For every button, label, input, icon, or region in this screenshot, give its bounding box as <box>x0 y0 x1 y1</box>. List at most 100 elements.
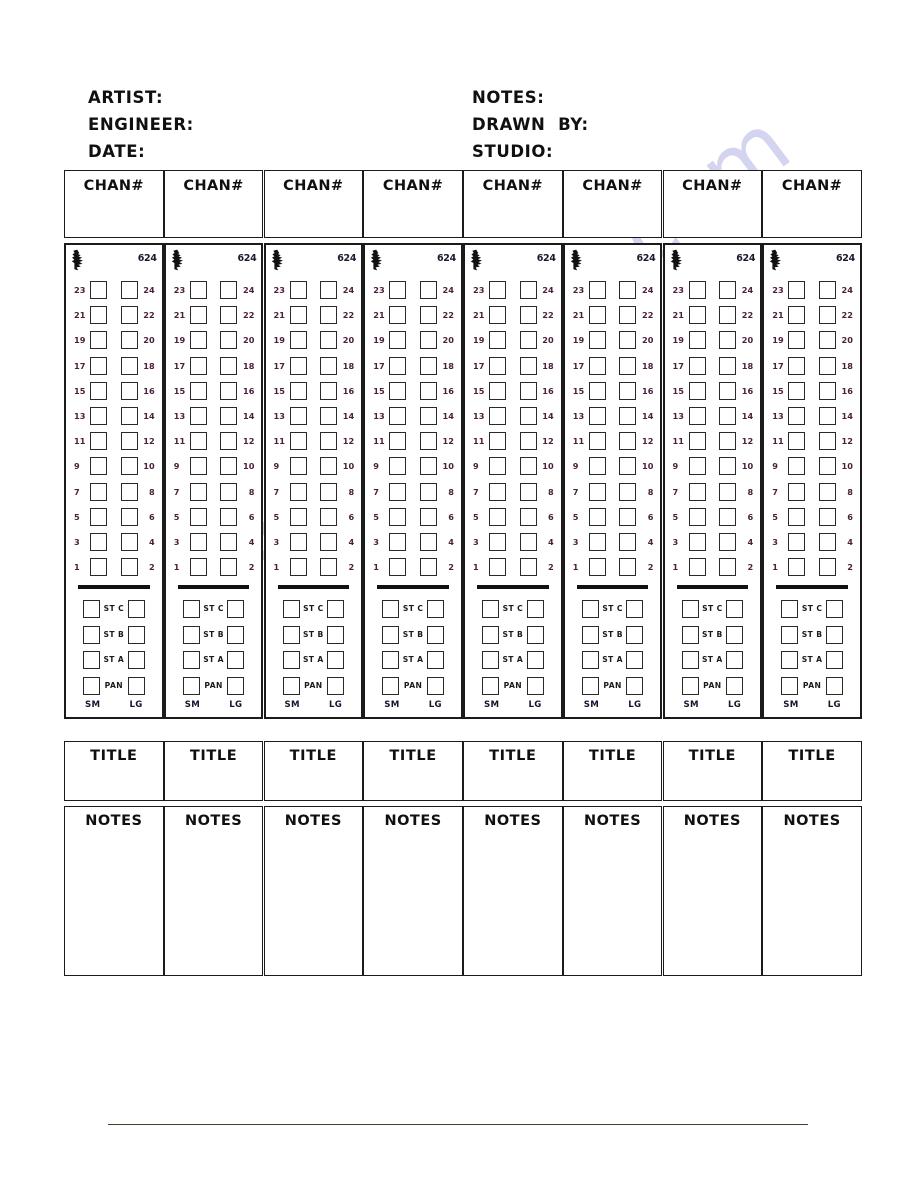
matrix-checkbox-23[interactable] <box>289 281 307 299</box>
bus-checkbox-st-a-lg[interactable] <box>227 651 245 669</box>
matrix-checkbox-6[interactable] <box>320 507 338 526</box>
matrix-checkbox-1[interactable] <box>588 558 606 577</box>
matrix-checkbox-4[interactable] <box>519 532 537 551</box>
matrix-checkbox-15[interactable] <box>389 381 407 400</box>
matrix-checkbox-12[interactable] <box>719 432 737 451</box>
bus-checkbox-st-c-lg[interactable] <box>526 600 544 618</box>
matrix-checkbox-7[interactable] <box>688 482 706 501</box>
matrix-checkbox-1[interactable] <box>688 558 706 577</box>
matrix-checkbox-21[interactable] <box>90 306 107 325</box>
matrix-checkbox-17[interactable] <box>489 356 506 375</box>
matrix-checkbox-11[interactable] <box>189 432 207 451</box>
channel-number-cell-2[interactable]: CHAN# <box>163 170 264 238</box>
matrix-checkbox-10[interactable] <box>320 457 338 476</box>
bus-checkbox-st-c-lg[interactable] <box>227 600 245 618</box>
matrix-checkbox-16[interactable] <box>120 381 138 400</box>
matrix-checkbox-1[interactable] <box>389 558 407 577</box>
matrix-checkbox-5[interactable] <box>389 507 407 526</box>
matrix-checkbox-13[interactable] <box>389 406 407 425</box>
bus-checkbox-st-c-lg[interactable] <box>426 600 444 618</box>
matrix-checkbox-2[interactable] <box>619 558 637 577</box>
matrix-checkbox-11[interactable] <box>289 432 307 451</box>
matrix-checkbox-8[interactable] <box>120 482 138 501</box>
matrix-checkbox-6[interactable] <box>519 507 537 526</box>
matrix-checkbox-12[interactable] <box>120 432 138 451</box>
matrix-checkbox-6[interactable] <box>220 507 238 526</box>
channel-number-cell-4[interactable]: CHAN# <box>363 170 463 238</box>
matrix-checkbox-9[interactable] <box>588 457 606 476</box>
matrix-checkbox-10[interactable] <box>818 457 836 476</box>
matrix-checkbox-20[interactable] <box>519 331 537 350</box>
matrix-checkbox-14[interactable] <box>619 406 637 425</box>
bus-checkbox-st-b-lg[interactable] <box>825 625 843 644</box>
matrix-checkbox-22[interactable] <box>719 306 737 325</box>
bus-checkbox-st-c-lg[interactable] <box>626 600 644 618</box>
matrix-checkbox-21[interactable] <box>389 306 407 325</box>
matrix-checkbox-14[interactable] <box>220 406 238 425</box>
matrix-checkbox-24[interactable] <box>519 281 537 299</box>
matrix-checkbox-24[interactable] <box>719 281 737 299</box>
matrix-checkbox-4[interactable] <box>419 532 437 551</box>
matrix-checkbox-15[interactable] <box>688 381 706 400</box>
title-cell-3[interactable]: TITLE <box>263 741 364 801</box>
bus-checkbox-st-a-lg[interactable] <box>426 651 444 669</box>
matrix-checkbox-21[interactable] <box>489 306 506 325</box>
notes-cell-1[interactable]: NOTES <box>64 806 164 976</box>
matrix-checkbox-2[interactable] <box>719 558 737 577</box>
matrix-checkbox-16[interactable] <box>619 381 637 400</box>
channel-number-cell-3[interactable]: CHAN# <box>263 170 364 238</box>
matrix-checkbox-10[interactable] <box>719 457 737 476</box>
matrix-checkbox-23[interactable] <box>588 281 606 299</box>
bus-checkbox-pan-lg[interactable] <box>327 676 345 695</box>
matrix-checkbox-4[interactable] <box>120 532 138 551</box>
matrix-checkbox-9[interactable] <box>788 457 806 476</box>
matrix-checkbox-5[interactable] <box>189 507 207 526</box>
matrix-checkbox-24[interactable] <box>220 281 238 299</box>
matrix-checkbox-14[interactable] <box>419 406 437 425</box>
matrix-checkbox-13[interactable] <box>688 406 706 425</box>
notes-cell-5[interactable]: NOTES <box>463 806 563 976</box>
matrix-checkbox-24[interactable] <box>120 281 138 299</box>
bus-checkbox-st-b-lg[interactable] <box>626 625 644 644</box>
matrix-checkbox-18[interactable] <box>719 356 737 375</box>
matrix-checkbox-8[interactable] <box>818 482 836 501</box>
matrix-checkbox-14[interactable] <box>320 406 338 425</box>
matrix-checkbox-8[interactable] <box>619 482 637 501</box>
bus-checkbox-st-c-lg[interactable] <box>127 600 145 618</box>
bus-checkbox-pan-lg[interactable] <box>726 676 744 695</box>
matrix-checkbox-1[interactable] <box>289 558 307 577</box>
matrix-checkbox-17[interactable] <box>90 356 107 375</box>
title-cell-4[interactable]: TITLE <box>363 741 463 801</box>
matrix-checkbox-15[interactable] <box>788 381 806 400</box>
matrix-checkbox-8[interactable] <box>719 482 737 501</box>
matrix-checkbox-5[interactable] <box>688 507 706 526</box>
matrix-checkbox-20[interactable] <box>419 331 437 350</box>
bus-checkbox-st-b-lg[interactable] <box>426 625 444 644</box>
notes-cell-6[interactable]: NOTES <box>562 806 663 976</box>
bus-checkbox-st-a-lg[interactable] <box>127 651 145 669</box>
matrix-checkbox-9[interactable] <box>389 457 407 476</box>
matrix-checkbox-16[interactable] <box>519 381 537 400</box>
matrix-checkbox-2[interactable] <box>220 558 238 577</box>
matrix-checkbox-23[interactable] <box>189 281 207 299</box>
matrix-checkbox-16[interactable] <box>719 381 737 400</box>
matrix-checkbox-16[interactable] <box>818 381 836 400</box>
matrix-checkbox-7[interactable] <box>489 482 506 501</box>
matrix-checkbox-10[interactable] <box>519 457 537 476</box>
matrix-checkbox-7[interactable] <box>588 482 606 501</box>
matrix-checkbox-8[interactable] <box>320 482 338 501</box>
matrix-checkbox-19[interactable] <box>389 331 407 350</box>
matrix-checkbox-14[interactable] <box>719 406 737 425</box>
bus-checkbox-st-b-lg[interactable] <box>127 625 145 644</box>
notes-cell-7[interactable]: NOTES <box>662 806 763 976</box>
matrix-checkbox-16[interactable] <box>320 381 338 400</box>
notes-cell-2[interactable]: NOTES <box>163 806 264 976</box>
matrix-checkbox-24[interactable] <box>619 281 637 299</box>
matrix-checkbox-22[interactable] <box>818 306 836 325</box>
matrix-checkbox-10[interactable] <box>220 457 238 476</box>
matrix-checkbox-15[interactable] <box>189 381 207 400</box>
bus-checkbox-st-b-lg[interactable] <box>726 625 744 644</box>
matrix-checkbox-13[interactable] <box>189 406 207 425</box>
matrix-checkbox-24[interactable] <box>320 281 338 299</box>
matrix-checkbox-15[interactable] <box>588 381 606 400</box>
